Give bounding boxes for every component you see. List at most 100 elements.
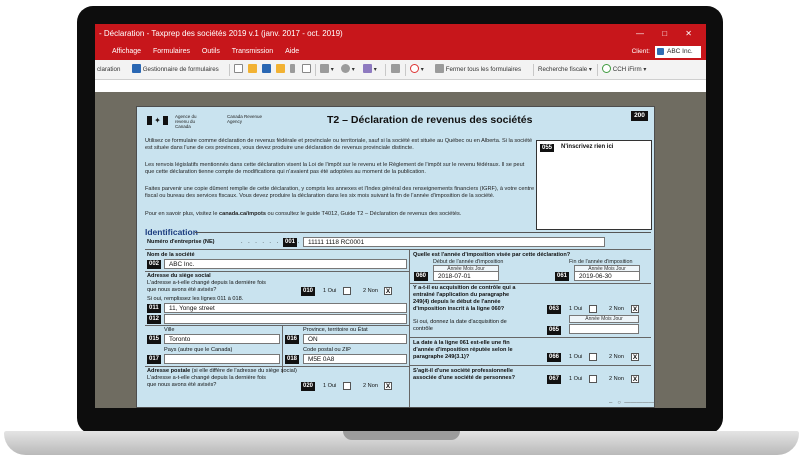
mailing-address-label: Adresse postale (si elle diffère de l'ad… [147, 368, 297, 374]
t2-form-page: ✦ Agence du revenu du Canada Canada Reve… [136, 106, 655, 408]
company-name-field[interactable]: ABC Inc. [164, 259, 407, 269]
tax-search-label: Recherche fiscale [538, 66, 588, 73]
head-office-question-1: L'adresse a-t-elle changé depuis la dern… [147, 280, 266, 286]
copy-button[interactable] [302, 60, 311, 80]
menu-item-aide[interactable]: Aide [285, 43, 299, 60]
province-field[interactable]: ON [303, 334, 407, 344]
head-office-no-checkbox[interactable]: X [384, 287, 392, 295]
control-date-field[interactable] [569, 324, 639, 334]
control-date-label-1: Si oui, donnez la date d'acquisition de [413, 319, 507, 325]
control-question-4: d'imposition inscrit à la ligne 060? [413, 306, 505, 312]
client-label: Client: [631, 48, 650, 55]
professional-no-checkbox[interactable]: X [631, 375, 639, 383]
section-identification: Identification [145, 227, 198, 237]
tax-year-end-field[interactable]: 2019-06-30 [574, 271, 640, 281]
line-code-066: 066 [547, 353, 562, 362]
open-recent-button[interactable] [276, 60, 285, 80]
line-code-017: 017 [147, 355, 162, 364]
line-code-010: 010 [301, 287, 316, 296]
declaration-tab[interactable]: claration [97, 60, 120, 80]
control-question-3: 249(4) depuis le début de l'année [413, 299, 501, 305]
client-dropdown[interactable]: ABC Inc. [655, 45, 701, 58]
toolbar-divider [229, 64, 230, 76]
no-option-label: 2 Non [363, 288, 378, 294]
section-divider [195, 232, 651, 233]
line-code-065: 065 [547, 326, 562, 335]
iform-button[interactable]: CCH iFirm ▾ [602, 60, 646, 80]
control-no-checkbox[interactable]: X [631, 305, 639, 313]
attach-button[interactable] [290, 60, 295, 80]
deemed-yes-checkbox[interactable] [589, 353, 597, 361]
intro-paragraph-1: Utilisez ce formulaire comme déclaration… [145, 138, 533, 151]
line-code-018: 018 [285, 355, 300, 364]
head-office-yes-checkbox[interactable] [343, 287, 351, 295]
menu-item-outils[interactable]: Outils [202, 43, 220, 60]
user-icon [657, 48, 664, 55]
tax-year-question: Quelle est l'année d'imposition visée pa… [413, 252, 571, 258]
row-divider [409, 337, 651, 338]
save-button[interactable] [262, 60, 271, 80]
postal-code-label: Code postal ou ZIP [303, 347, 351, 353]
toolbar-divider [597, 64, 598, 76]
yes-option-label: 1 Oui [569, 306, 583, 312]
country-field[interactable] [164, 354, 280, 364]
transfer-icon [391, 63, 400, 73]
agency-name-en: Canada Revenue Agency [227, 114, 263, 124]
forms-menu-button[interactable]: ▾ [363, 60, 377, 80]
folder-open-icon [276, 63, 285, 73]
postal-code-field[interactable]: M5E 0A8 [303, 354, 407, 364]
form-title: T2 – Déclaration de revenus des sociétés [327, 114, 533, 126]
line-code-063: 063 [547, 305, 562, 314]
row-divider [409, 365, 651, 366]
professional-yes-checkbox[interactable] [589, 375, 597, 383]
toolbar-divider [405, 64, 406, 76]
yes-option-label: 1 Oui [569, 354, 583, 360]
close-all-forms-button[interactable]: Fermer tous les formulaires [435, 60, 521, 80]
deemed-no-checkbox[interactable]: X [631, 353, 639, 361]
city-field[interactable]: Toronto [164, 334, 280, 344]
line-code-002: 002 [147, 260, 162, 269]
no-option-label: 2 Non [609, 354, 624, 360]
yes-option-label: 1 Oui [323, 383, 337, 389]
window-controls[interactable]: — □ ✕ [636, 24, 700, 43]
mailing-no-checkbox[interactable]: X [384, 382, 392, 390]
deemed-year-question-2: d'année d'imposition réputée selon le [413, 347, 513, 353]
mailing-yes-checkbox[interactable] [343, 382, 351, 390]
line-code-015: 015 [147, 335, 162, 344]
toolbar-divider [533, 64, 534, 76]
close-all-forms-label: Fermer tous les formulaires [445, 66, 522, 73]
address-line-1-field[interactable]: 11, Yonge street [164, 303, 407, 313]
deemed-year-question-1: La date à la ligne 061 est-elle une fin [413, 340, 510, 346]
new-file-icon [234, 63, 243, 73]
mailing-question-2: que nous avons été avisés? [147, 382, 217, 388]
row-divider [409, 283, 651, 284]
print-button[interactable]: ▾ [320, 60, 334, 80]
row-divider [145, 325, 409, 326]
tax-year-start-field[interactable]: 2018-07-01 [433, 271, 499, 281]
open-folder-button[interactable] [248, 60, 257, 80]
forms-manager-button[interactable]: Gestionnaire de formulaires [132, 60, 219, 80]
control-yes-checkbox[interactable] [589, 305, 597, 313]
line-code-055: 055 [540, 144, 555, 152]
menu-item-transmission[interactable]: Transmission [232, 43, 273, 60]
control-date-label-2: contrôle [413, 326, 433, 332]
menu-item-affichage[interactable]: Affichage [112, 43, 141, 60]
zoom-slider[interactable]: – ○ ————— + [609, 400, 704, 408]
menu-item-formulaires[interactable]: Formulaires [153, 43, 190, 60]
window-title: - Déclaration - Taxprep des sociétés 201… [99, 29, 343, 38]
toolbar-divider [315, 64, 316, 76]
address-line-2-field[interactable] [164, 314, 407, 324]
cra-link[interactable]: canada.ca/impots [219, 211, 266, 217]
line-code-067: 067 [547, 375, 562, 384]
professional-question-2: associée d'une société de personnes? [413, 375, 516, 381]
row-divider [145, 271, 409, 272]
transfer-button[interactable] [391, 60, 400, 80]
form-icon [363, 63, 372, 73]
agency-name-fr: Agence du revenu du Canada [175, 114, 197, 129]
tax-search-button[interactable]: Recherche fiscale ▾ [538, 60, 592, 80]
stop-button[interactable]: ▾ [410, 60, 424, 80]
diagnostics-button[interactable]: ▾ [341, 60, 355, 80]
business-number-field[interactable]: 11111 1118 RC0001 [303, 237, 605, 247]
stethoscope-icon [341, 63, 350, 73]
new-file-button[interactable] [234, 60, 243, 80]
